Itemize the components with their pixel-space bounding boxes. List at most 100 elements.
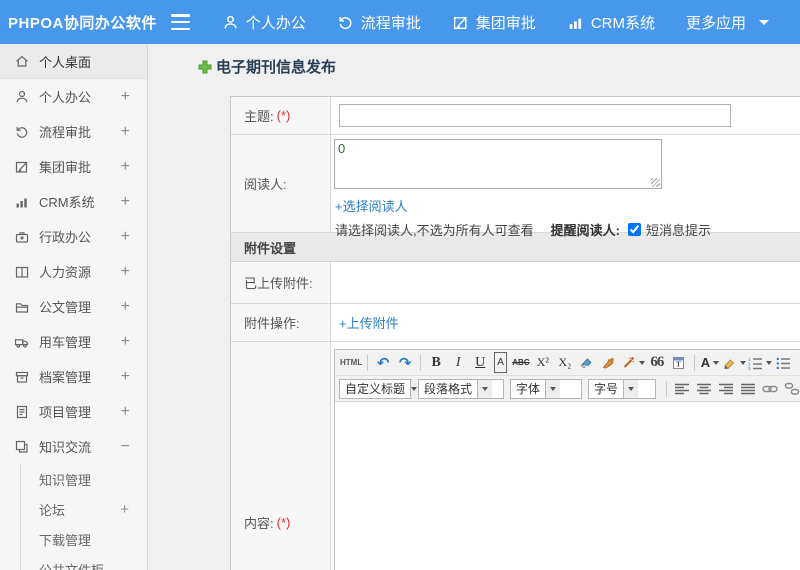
expand-plus-icon[interactable]: + (121, 263, 130, 280)
rich-text-editor: HTML ↶ ↷ B I U A ABC X² X₂ 66 T A 1 2 3 … (334, 349, 800, 570)
sidebar-subitem-download-management[interactable]: 下载管理 (21, 524, 147, 554)
paste-text-button[interactable]: T (668, 352, 690, 373)
remove-link-button[interactable] (781, 378, 800, 399)
sidebar-subitem-forum[interactable]: 论坛 + (21, 494, 147, 524)
align-left-button[interactable] (671, 378, 693, 399)
select-readers-link[interactable]: +选择阅读人 (335, 196, 408, 215)
subject-label-cell: 主题: (*) (231, 97, 331, 134)
sidebar-item-document-management[interactable]: 公文管理 + (0, 289, 147, 324)
content-label: 内容: (244, 515, 274, 531)
expand-plus-icon[interactable]: + (120, 501, 129, 518)
char-border-button[interactable]: A (494, 352, 507, 373)
underline-button[interactable]: U (469, 352, 491, 373)
sidebar-item-knowledge-exchange[interactable]: 知识交流 − (0, 429, 147, 464)
hamburger-menu-icon[interactable] (171, 14, 190, 30)
book-icon (15, 266, 29, 278)
superscript-button[interactable]: X² (532, 352, 554, 373)
topnav-workflow-approval[interactable]: 流程审批 (337, 12, 421, 33)
topnav-crm-system[interactable]: CRM系统 (567, 12, 655, 33)
sidebar-subitem-label: 论坛 (39, 502, 66, 518)
font-family-select[interactable]: 字体 (510, 378, 582, 399)
upload-attachment-link[interactable]: +上传附件 (339, 313, 399, 332)
expand-plus-icon[interactable]: + (121, 88, 130, 105)
paragraph-format-select[interactable]: 段落格式 (418, 378, 504, 399)
home-icon (16, 55, 28, 67)
select-dropdown-button[interactable] (623, 379, 639, 398)
topnav-label: 集团审批 (475, 14, 536, 32)
topnav-group-approval[interactable]: 集团审批 (452, 12, 536, 33)
expand-plus-icon[interactable]: + (121, 368, 130, 385)
align-center-button[interactable] (693, 378, 715, 399)
topnav-label: 个人办公 (245, 14, 306, 32)
collapse-minus-icon[interactable]: − (121, 438, 130, 455)
expand-plus-icon[interactable]: + (121, 158, 130, 175)
sidebar-item-label: 个人办公 (39, 90, 92, 105)
sms-remind-checkbox[interactable] (627, 223, 641, 236)
magic-wand-icon (623, 357, 635, 368)
topnav-personal-office[interactable]: 个人办公 (222, 12, 306, 33)
add-plus-icon (198, 60, 212, 73)
redo-button[interactable]: ↷ (394, 352, 416, 373)
required-mark: (*) (276, 514, 291, 530)
align-justify-button[interactable] (737, 378, 759, 399)
sidebar-subitem-knowledge-management[interactable]: 知识管理 (21, 464, 147, 494)
expand-plus-icon[interactable]: + (121, 298, 130, 315)
unordered-list-button[interactable] (773, 352, 795, 373)
expand-plus-icon[interactable]: + (121, 123, 130, 140)
subscript-button[interactable]: X₂ (554, 352, 576, 373)
expand-plus-icon[interactable]: + (121, 403, 130, 420)
align-justify-icon (740, 383, 755, 394)
blockquote-button[interactable]: 66 (646, 352, 668, 373)
remove-format-eraser-button[interactable] (576, 352, 598, 373)
sidebar-item-personal-desktop[interactable]: 个人桌面 (0, 44, 147, 79)
readers-hint-text: 请选择阅读人,不选为所有人可查看 (335, 223, 534, 238)
insert-link-button[interactable] (759, 378, 781, 399)
sidebar-item-crm-system[interactable]: CRM系统 + (0, 184, 147, 219)
readers-label: 阅读人: (244, 177, 287, 192)
sidebar-subitem-public-file-cabinet[interactable]: 公共文件柜 (21, 554, 147, 570)
chevron-down-icon (550, 386, 557, 391)
editor-content-area[interactable] (335, 402, 800, 570)
sidebar-item-project-management[interactable]: 项目管理 + (0, 394, 147, 429)
format-painter-button[interactable] (598, 352, 620, 373)
sidebar-item-group-approval[interactable]: 集团审批 + (0, 149, 147, 184)
custom-heading-select[interactable]: 自定义标题 (339, 378, 418, 399)
sidebar-item-label: 个人桌面 (39, 54, 92, 70)
expand-plus-icon[interactable]: + (121, 333, 130, 350)
sidebar-item-personal-office[interactable]: 个人办公 + (0, 79, 147, 114)
archive-box-icon (15, 371, 29, 383)
sidebar-item-admin-office[interactable]: 行政办公 + (0, 219, 147, 254)
select-dropdown-button[interactable] (477, 379, 493, 398)
readers-textarea[interactable]: 0 (334, 139, 662, 189)
subject-input[interactable] (339, 104, 731, 127)
expand-plus-icon[interactable]: + (121, 228, 130, 245)
truck-icon (14, 338, 29, 348)
sidebar-item-vehicle-management[interactable]: 用车管理 + (0, 324, 147, 359)
top-navigation: 个人办公 流程审批 集团审批 CRM系统 更多应用 (222, 12, 800, 33)
chevron-down-icon (628, 386, 635, 391)
align-right-button[interactable] (715, 378, 737, 399)
main-content: 电子期刊信息发布 主题: (*) 阅读人: 0 +选择阅读人 请选择阅读人,不选… (149, 44, 800, 570)
select-dropdown-button[interactable] (410, 379, 418, 398)
auto-typeset-wand-button[interactable] (620, 352, 646, 373)
content-label-cell: 内容: (*) (231, 342, 331, 570)
bold-button[interactable]: B (425, 352, 447, 373)
sidebar-item-human-resources[interactable]: 人力资源 + (0, 254, 147, 289)
html-source-button[interactable]: HTML (339, 352, 363, 373)
undo-button[interactable]: ↶ (372, 352, 394, 373)
font-size-select[interactable]: 字号 (588, 378, 656, 399)
strikethrough-button[interactable]: ABC (510, 352, 532, 373)
readers-hint-line: 请选择阅读人,不选为所有人可查看 提醒阅读人: 短消息提示 (335, 220, 800, 239)
expand-plus-icon[interactable]: + (121, 193, 130, 210)
select-dropdown-button[interactable] (545, 379, 561, 398)
sidebar-item-archive-management[interactable]: 档案管理 + (0, 359, 147, 394)
ordered-list-button[interactable]: 123 (747, 352, 773, 373)
sidebar-item-workflow-approval[interactable]: 流程审批 + (0, 114, 147, 149)
sidebar: 个人桌面 个人办公 + 流程审批 + 集团审批 + CRM系统 + 行政办公 +… (0, 44, 148, 570)
highlight-color-button[interactable] (721, 352, 747, 373)
topnav-more-apps[interactable]: 更多应用 (686, 12, 769, 33)
font-color-button[interactable]: A (699, 352, 721, 373)
page-title-row: 电子期刊信息发布 (198, 56, 336, 77)
layers-copy-icon (15, 440, 28, 453)
italic-button[interactable]: I (447, 352, 469, 373)
